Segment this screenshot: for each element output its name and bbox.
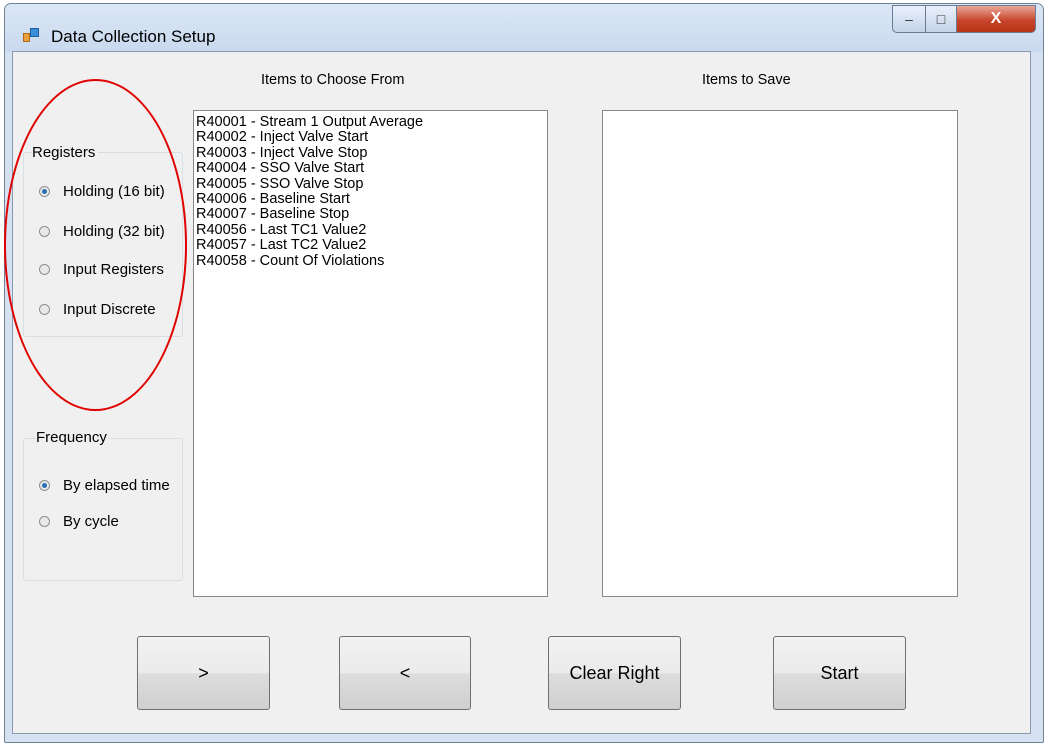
list-item[interactable]: R40001 - Stream 1 Output Average xyxy=(194,114,547,130)
radio-label: By elapsed time xyxy=(63,477,170,494)
list-item[interactable]: R40002 - Inject Valve Start xyxy=(194,129,547,145)
list-item[interactable]: R40004 - SSO Valve Start xyxy=(194,160,547,176)
close-icon: X xyxy=(990,10,1002,27)
radio-by-cycle[interactable]: By cycle xyxy=(39,513,119,530)
window-title: Data Collection Setup xyxy=(51,27,216,46)
minimize-button[interactable]: – xyxy=(892,5,926,33)
frequency-group xyxy=(23,438,183,581)
add-button[interactable]: > xyxy=(137,636,270,710)
start-button[interactable]: Start xyxy=(773,636,906,710)
choose-header: Items to Choose From xyxy=(261,72,405,88)
maximize-button[interactable]: □ xyxy=(925,5,957,33)
minimize-icon: – xyxy=(905,11,913,27)
add-button-label: > xyxy=(198,662,209,683)
radio-by-elapsed-time[interactable]: By elapsed time xyxy=(39,477,170,494)
clear-right-button-label: Clear Right xyxy=(569,662,660,683)
list-item[interactable]: R40057 - Last TC2 Value2 xyxy=(194,237,547,253)
annotation-ellipse xyxy=(4,79,187,411)
save-listbox[interactable] xyxy=(602,110,958,597)
app-icon xyxy=(23,28,39,42)
radio-button[interactable] xyxy=(39,516,50,527)
list-item[interactable]: R40005 - SSO Valve Stop xyxy=(194,176,547,192)
title-bar[interactable]: Data Collection Setup – □ X xyxy=(5,4,1043,52)
save-header: Items to Save xyxy=(702,72,791,88)
list-item[interactable]: R40006 - Baseline Start xyxy=(194,191,547,207)
radio-button[interactable] xyxy=(39,480,50,491)
choose-listbox[interactable]: R40001 - Stream 1 Output Average R40002 -… xyxy=(193,110,548,597)
maximize-icon: □ xyxy=(936,11,946,27)
frequency-label: Frequency xyxy=(36,429,110,446)
radio-label: By cycle xyxy=(63,513,119,530)
remove-button-label: < xyxy=(399,662,411,683)
start-button-label: Start xyxy=(820,662,859,683)
list-item[interactable]: R40058 - Count Of Violations xyxy=(194,253,547,269)
clear-right-button[interactable]: Clear Right xyxy=(548,636,681,710)
list-item[interactable]: R40003 - Inject Valve Stop xyxy=(194,145,547,161)
list-item[interactable]: R40056 - Last TC1 Value2 xyxy=(194,222,547,238)
remove-button[interactable]: < xyxy=(339,636,471,710)
choose-list: R40001 - Stream 1 Output Average R40002 -… xyxy=(194,111,547,269)
list-item[interactable]: R40007 - Baseline Stop xyxy=(194,207,547,223)
close-button[interactable]: X xyxy=(956,5,1036,33)
